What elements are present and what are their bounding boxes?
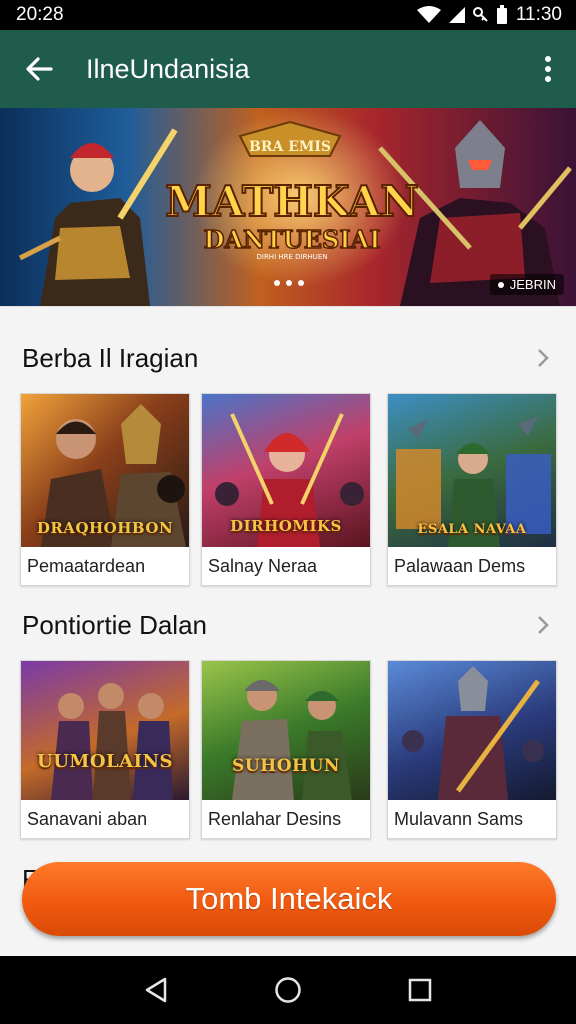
- game-card-art-title: DIRHOMIKS: [230, 517, 342, 535]
- status-time-left: 20:28: [16, 4, 64, 25]
- game-card-label: Renlahar Desins: [208, 808, 342, 829]
- game-card[interactable]: SUHOHUN Renlahar Desins: [201, 660, 371, 839]
- more-vert-icon: [545, 56, 551, 82]
- game-card-label: Salnay Neraa: [208, 555, 318, 576]
- back-button[interactable]: [0, 30, 78, 108]
- status-bar: 20:28 11:30: [0, 0, 576, 30]
- game-card-art: [388, 661, 556, 800]
- section-title: Berba Il Iragian: [22, 342, 199, 373]
- arrow-left-icon: [26, 57, 53, 81]
- app-screen: 20:28 11:30 IlneUndanisia BRA EMIS MATHK…: [0, 0, 576, 1024]
- battery-icon: [496, 5, 507, 24]
- game-card-label: Sanavani aban: [27, 808, 148, 829]
- signal-icon: [448, 7, 465, 23]
- game-card-label: Mulavann Sams: [394, 808, 524, 829]
- section-title: Pontiortie Dalan: [22, 609, 207, 640]
- game-card[interactable]: ESALA NAVAA Palawaan Dems: [387, 393, 557, 586]
- game-card[interactable]: DIRHOMIKS Salnay Neraa: [201, 393, 371, 586]
- banner-title-main: MATHKAN: [165, 177, 419, 226]
- system-nav-bar: [0, 956, 576, 1024]
- carousel-dot[interactable]: [286, 280, 292, 286]
- game-card-label: Pemaatardean: [27, 555, 146, 576]
- game-card-art: ESALA NAVAA: [388, 394, 556, 547]
- overflow-menu-button[interactable]: [520, 30, 576, 108]
- carousel-indicator[interactable]: [274, 280, 304, 286]
- chevron-right-icon[interactable]: [528, 338, 558, 378]
- game-card-art-title: SUHOHUN: [232, 756, 340, 776]
- banner-tag-label: JEBRIN: [509, 277, 556, 292]
- carousel-dot[interactable]: [298, 280, 304, 286]
- square-recents-icon: [408, 978, 432, 1002]
- banner-title-small: DIRHI HRE DIRHUEN: [256, 253, 327, 261]
- game-card-art: UUMOLAINS: [21, 661, 189, 800]
- banner-title-sub: DANTUESIAI: [204, 225, 381, 254]
- game-card-art: DIRHOMIKS: [202, 394, 370, 547]
- hero-banner[interactable]: BRA EMIS MATHKAN DANTUESIAI DIRHI HRE DI…: [0, 108, 576, 306]
- divider: [0, 306, 576, 307]
- game-card-art-title: ESALA NAVAA: [417, 522, 527, 537]
- banner-title-top: BRA EMIS: [249, 139, 331, 155]
- game-card-label: Palawaan Dems: [394, 555, 526, 576]
- game-card-art: SUHOHUN: [202, 661, 370, 800]
- app-title: IlneUndanisia: [86, 53, 250, 84]
- tag-dot-icon: [497, 281, 504, 288]
- banner-tag: JEBRIN: [489, 274, 564, 295]
- wifi-icon: [416, 6, 441, 23]
- game-card[interactable]: UUMOLAINS Sanavani aban: [20, 660, 190, 839]
- status-right-group: 11:30: [416, 4, 562, 26]
- nav-back-button[interactable]: [132, 966, 180, 1014]
- status-icons: [416, 5, 508, 25]
- chevron-right-icon[interactable]: [528, 605, 558, 645]
- section-header[interactable]: Berba Il Iragian: [22, 338, 558, 378]
- status-time-right: 11:30: [515, 4, 562, 25]
- nav-recents-button[interactable]: [396, 966, 444, 1014]
- game-card[interactable]: Mulavann Sams: [387, 660, 557, 839]
- triangle-back-icon: [145, 977, 167, 1003]
- carousel-dot[interactable]: [274, 280, 280, 286]
- circle-home-icon: [275, 977, 301, 1003]
- game-card-art: DRAQHOHBON: [21, 394, 189, 547]
- game-card[interactable]: DRAQHOHBON Pemaatardean: [20, 393, 190, 586]
- game-card-art-title: UUMOLAINS: [37, 751, 173, 772]
- section-header[interactable]: Pontiortie Dalan: [22, 605, 558, 645]
- game-card-art-title: DRAQHOHBON: [36, 519, 174, 537]
- primary-action-label: Tomb Intekaick: [185, 881, 393, 916]
- primary-action-button[interactable]: Tomb Intekaick: [22, 862, 556, 936]
- key-icon: [472, 7, 488, 22]
- nav-home-button[interactable]: [264, 966, 312, 1014]
- app-bar: IlneUndanisia: [0, 30, 576, 108]
